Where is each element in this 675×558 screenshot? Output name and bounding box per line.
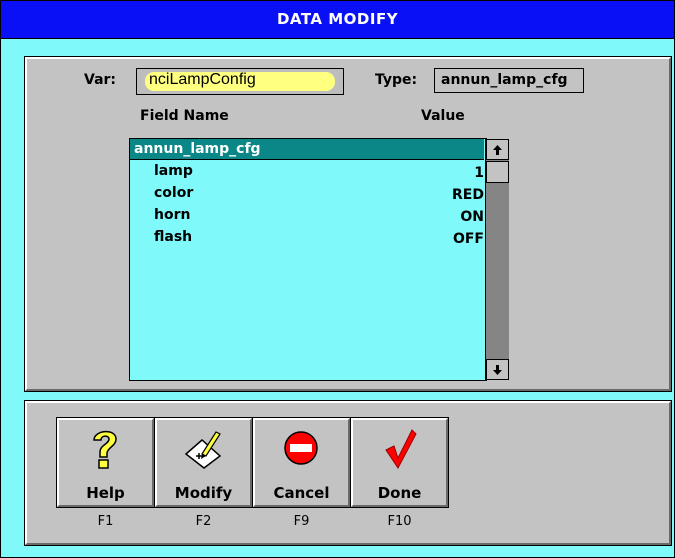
done-label: Done: [377, 484, 422, 502]
value-header: Value: [421, 108, 465, 124]
arrow-up-icon: [493, 145, 502, 155]
cancel-no-entry-icon: [284, 431, 318, 465]
cancel-fkey: F9: [293, 514, 310, 529]
help-fkey: F1: [97, 514, 114, 529]
modify-button[interactable]: Modify: [155, 418, 252, 507]
list-header-row[interactable]: annun_lamp_cfg: [130, 139, 484, 160]
field-list[interactable]: annun_lamp_cfg lamp 1 color RED horn ON …: [129, 138, 509, 381]
type-field: annun_lamp_cfg: [434, 68, 584, 93]
modify-pencil-icon: [184, 431, 222, 469]
help-button[interactable]: Help: [57, 418, 154, 507]
scroll-thumb[interactable]: [486, 161, 509, 183]
list-row-lamp[interactable]: lamp 1: [130, 163, 484, 185]
modify-label: Modify: [174, 484, 233, 502]
field-name: flash: [154, 229, 193, 245]
cancel-button[interactable]: Cancel: [253, 418, 350, 507]
toolbar-panel: Help F1 Modify F2 Cancel F9 Done F10: [25, 401, 671, 545]
field-value: RED: [452, 187, 484, 203]
list-row-horn[interactable]: horn ON: [130, 207, 484, 229]
field-value: 1: [474, 165, 484, 181]
var-value: nciLampConfig: [149, 71, 256, 88]
help-question-icon: [93, 430, 117, 469]
window-title: DATA MODIFY: [1, 1, 674, 39]
modify-fkey: F2: [195, 514, 212, 529]
scroll-up-button[interactable]: [486, 139, 509, 160]
type-label: Type:: [375, 72, 418, 88]
done-button[interactable]: Done: [351, 418, 448, 507]
field-value: OFF: [452, 231, 484, 247]
field-name: color: [154, 185, 194, 201]
cancel-label: Cancel: [273, 484, 330, 502]
var-input[interactable]: nciLampConfig: [136, 68, 344, 95]
field-name: horn: [154, 207, 191, 223]
field-name-header: Field Name: [140, 108, 229, 124]
list-row-flash[interactable]: flash OFF: [130, 229, 484, 251]
done-fkey: F10: [387, 514, 412, 529]
help-label: Help: [86, 484, 125, 502]
vertical-scrollbar[interactable]: [485, 139, 509, 380]
field-name: lamp: [154, 163, 193, 179]
data-panel: Var: nciLampConfig Type: annun_lamp_cfg …: [25, 57, 671, 391]
scroll-down-button[interactable]: [486, 359, 509, 380]
var-label: Var:: [84, 72, 117, 88]
data-modify-window: DATA MODIFY Var: nciLampConfig Type: ann…: [0, 0, 675, 558]
list-row-color[interactable]: color RED: [130, 185, 484, 207]
type-value: annun_lamp_cfg: [441, 72, 568, 88]
field-value: ON: [460, 209, 484, 225]
done-checkmark-icon: [385, 429, 417, 469]
arrow-down-icon: [493, 365, 502, 375]
